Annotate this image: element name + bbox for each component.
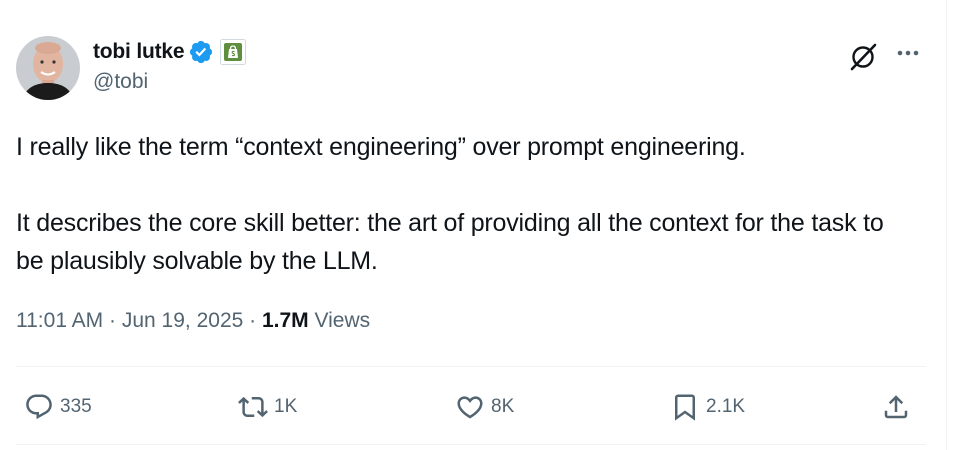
divider — [16, 366, 926, 367]
author-display-name[interactable]: tobi lutke — [93, 40, 185, 64]
meta-separator: · — [249, 309, 257, 332]
divider — [16, 444, 926, 445]
avatar[interactable] — [16, 36, 80, 100]
share-button[interactable] — [881, 389, 917, 425]
reply-icon — [26, 394, 52, 420]
heart-icon — [457, 396, 483, 419]
bookmark-icon — [675, 394, 695, 421]
tweet-metadata: 11:01 AM · Jun 19, 2025 · 1.7M Views — [16, 309, 370, 333]
repost-icon — [238, 396, 268, 418]
author-handle[interactable]: @tobi — [93, 70, 246, 94]
tweet-text: I really like the term “context engineer… — [16, 133, 884, 275]
previous-tweet-fragment — [105, 0, 185, 2]
shopify-bag-icon[interactable] — [220, 39, 247, 65]
tweet-date[interactable]: Jun 19, 2025 — [122, 309, 243, 332]
views-label: Views — [314, 309, 371, 332]
repost-count: 1K — [274, 396, 298, 417]
views-count: 1.7M — [261, 309, 309, 332]
column-border — [946, 0, 947, 450]
author-block: tobi lutke @tobi — [93, 38, 247, 94]
verified-badge-icon[interactable] — [188, 39, 214, 65]
more-options-icon[interactable] — [893, 38, 923, 68]
share-icon — [884, 395, 908, 419]
meta-separator: · — [109, 309, 117, 332]
tweet-time[interactable]: 11:01 AM — [16, 309, 103, 332]
reply-button[interactable]: 335 — [24, 389, 92, 425]
grok-icon[interactable] — [848, 40, 880, 72]
repost-button[interactable]: 1K — [238, 389, 297, 425]
bookmark-button[interactable]: 2.1K — [670, 389, 745, 425]
bookmark-count: 2.1K — [706, 396, 746, 417]
reply-count: 335 — [60, 396, 92, 417]
like-count: 8K — [491, 396, 515, 417]
like-button[interactable]: 8K — [455, 389, 514, 425]
